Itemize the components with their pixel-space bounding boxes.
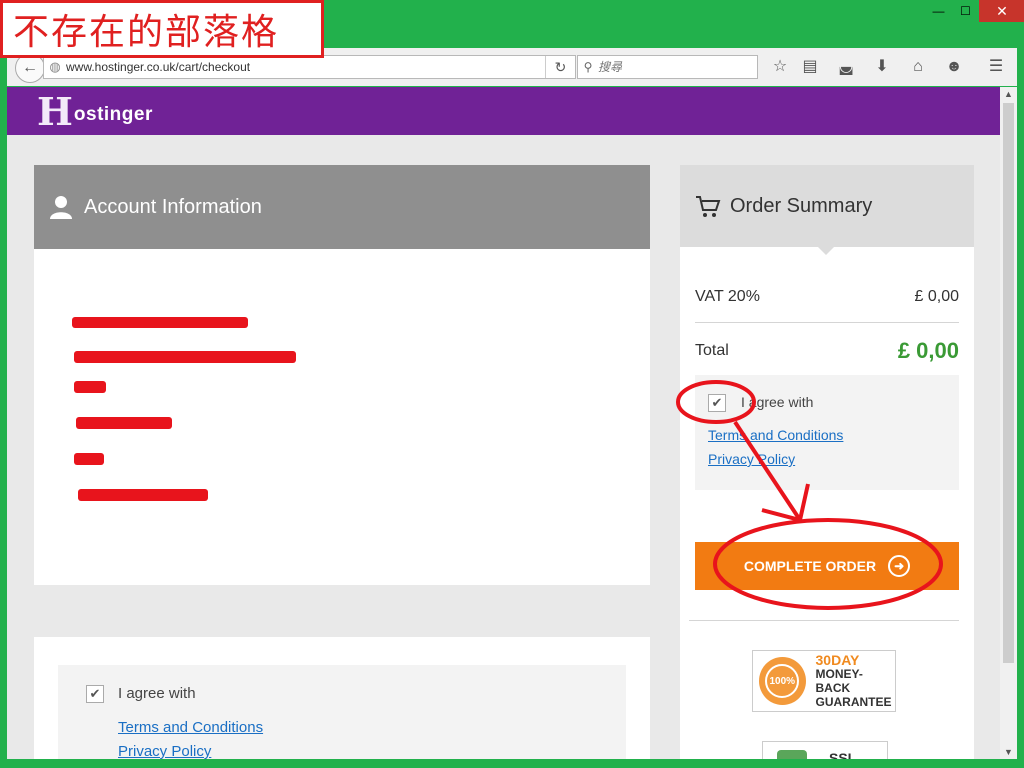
guarantee-seal-icon: 100% [759, 657, 806, 705]
complete-order-label: COMPLETE ORDER [743, 558, 877, 574]
total-row: Total £ 0,00 [695, 338, 959, 364]
shopping-cart-icon [696, 196, 721, 217]
ssl-text: SSL [829, 750, 857, 759]
back-arrow-icon: ← [22, 59, 38, 76]
hostinger-logo[interactable]: H ostinger [37, 93, 153, 131]
agree-checkbox[interactable]: ✔ [708, 394, 726, 412]
download-icon[interactable]: ⬇ [871, 57, 893, 77]
agree-label: I agree with [741, 394, 814, 410]
minimize-button[interactable]: — [925, 0, 952, 22]
redaction-mark [74, 351, 296, 363]
order-summary-title: Order Summary [730, 194, 873, 217]
summary-divider [695, 322, 959, 323]
pocket-icon[interactable]: ◛ [835, 57, 857, 77]
home-icon[interactable]: ⌂ [907, 57, 929, 77]
redaction-mark [72, 317, 248, 328]
globe-icon: ◍ [49, 59, 61, 74]
total-value: £ 0,00 [897, 338, 959, 363]
agreement-box: ✔ I agree with Terms and Conditions Priv… [695, 375, 959, 490]
total-label: Total [695, 342, 729, 359]
privacy-link-bottom[interactable]: Privacy Policy [118, 743, 211, 759]
agree-checkbox-bottom[interactable]: ✔ [86, 685, 104, 703]
guarantee-line2: GUARANTEE [815, 695, 892, 709]
ssl-shield-icon [777, 750, 807, 759]
account-information-panel: Account Information [34, 165, 650, 585]
page-scrollbar[interactable]: ▲ ▼ [1000, 87, 1017, 759]
scroll-down-icon[interactable]: ▼ [1004, 747, 1013, 757]
search-input[interactable] [598, 60, 748, 74]
logo-initial: H [37, 89, 73, 134]
redaction-mark [76, 417, 172, 429]
arrow-right-circle-icon: ➜ [888, 555, 911, 577]
guarantee-days: 30DAY [815, 652, 860, 668]
guarantee-line1: MONEY-BACK [815, 667, 863, 695]
ssl-badge: SSL [762, 741, 888, 759]
reload-icon[interactable]: ↻ [545, 56, 575, 78]
terms-link-bottom[interactable]: Terms and Conditions [118, 719, 263, 736]
menu-icon[interactable]: ☰ [985, 57, 1007, 77]
reading-list-icon[interactable]: ▤ [799, 57, 821, 77]
agreement-panel-bottom: ✔ I agree with Terms and Conditions Priv… [34, 637, 650, 759]
page-content: H ostinger Account Information ✔ I agree… [7, 87, 1000, 759]
search-bar[interactable]: ⚲ [577, 55, 758, 79]
seal-text: 100% [765, 664, 800, 698]
user-icon [50, 196, 72, 219]
address-bar[interactable]: ◍ www.hostinger.co.uk/cart/checkout ↻ [43, 55, 576, 79]
watermark-text: 不存在的部落格 [13, 12, 280, 53]
agreement-box-bottom: ✔ I agree with Terms and Conditions Priv… [58, 665, 626, 759]
order-summary-header: Order Summary [680, 165, 974, 255]
url-text: www.hostinger.co.uk/cart/checkout [66, 60, 251, 74]
search-icon: ⚲ [583, 60, 593, 74]
maximize-button[interactable]: ☐ [952, 0, 979, 22]
redaction-mark [74, 453, 104, 465]
bookmark-star-icon[interactable]: ☆ [769, 57, 791, 77]
vat-value: £ 0,00 [914, 288, 959, 305]
emoji-icon[interactable]: ☻ [943, 57, 965, 77]
vat-label: VAT 20% [695, 288, 760, 305]
redaction-mark [74, 381, 106, 393]
scroll-up-icon[interactable]: ▲ [1004, 89, 1013, 99]
check-icon: ✔ [89, 686, 101, 701]
vat-row: VAT 20% £ 0,00 [695, 288, 959, 306]
badge-divider [689, 620, 959, 621]
privacy-link[interactable]: Privacy Policy [708, 451, 795, 467]
complete-order-button[interactable]: COMPLETE ORDER ➜ [695, 542, 959, 590]
logo-text: ostinger [73, 104, 153, 125]
agree-label-bottom: I agree with [118, 685, 196, 702]
scroll-thumb[interactable] [1003, 103, 1014, 663]
account-header: Account Information [34, 165, 650, 249]
redaction-mark [78, 489, 208, 501]
watermark-label: 不存在的部落格 [0, 0, 324, 58]
terms-link[interactable]: Terms and Conditions [708, 427, 843, 443]
window-controls: — ☐ ✕ [925, 0, 1024, 22]
money-back-guarantee-badge: 100% 30DAY MONEY-BACK GUARANTEE [752, 650, 896, 712]
account-title: Account Information [84, 195, 262, 218]
close-button[interactable]: ✕ [979, 0, 1024, 22]
site-header: H ostinger [7, 87, 1000, 135]
check-icon: ✔ [711, 395, 723, 410]
order-summary-panel: Order Summary VAT 20% £ 0,00 Total £ 0,0… [680, 165, 974, 759]
